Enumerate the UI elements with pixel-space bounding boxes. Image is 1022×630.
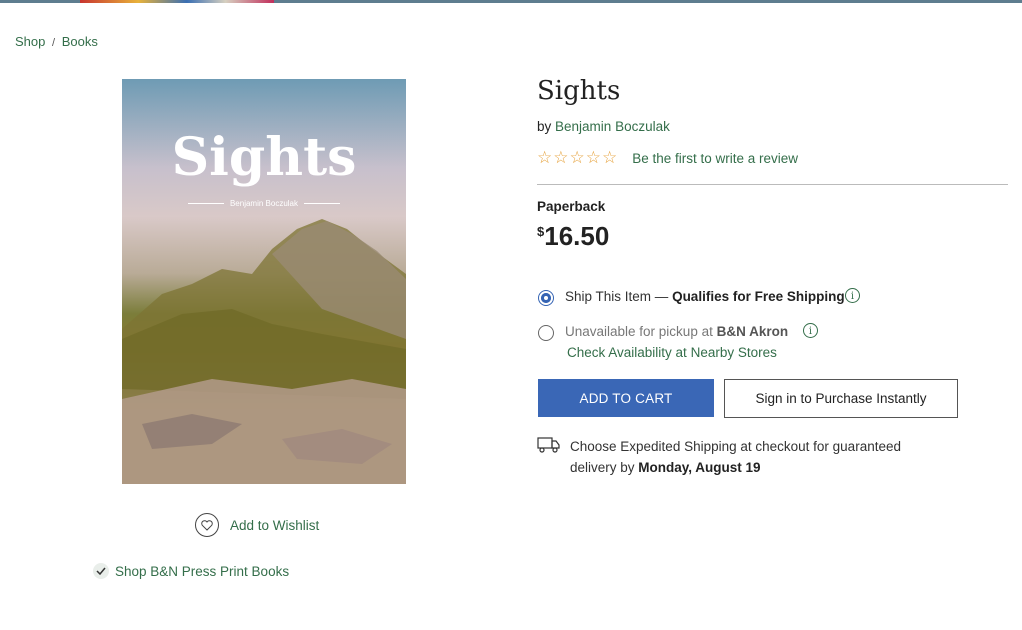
breadcrumb-books[interactable]: Books (62, 34, 98, 49)
star-icon: ☆ (553, 148, 569, 167)
sign-in-purchase-button[interactable]: Sign in to Purchase Instantly (724, 379, 958, 418)
ship-option-label[interactable]: Ship This Item — Qualifies for Free Ship… (565, 289, 845, 304)
star-rating[interactable]: ☆ ☆ ☆ ☆ ☆ (537, 149, 617, 167)
shop-bn-press-link[interactable]: Shop B&N Press Print Books (93, 563, 289, 579)
divider (537, 184, 1008, 185)
check-availability-link[interactable]: Check Availability at Nearby Stores (567, 345, 777, 360)
info-icon[interactable]: i (803, 323, 818, 338)
star-icon: ☆ (602, 148, 618, 167)
write-review-link[interactable]: Be the first to write a review (632, 151, 798, 166)
add-to-wishlist[interactable]: Add to Wishlist (195, 513, 319, 537)
delivery-date: Monday, August 19 (638, 460, 761, 475)
check-icon (93, 563, 109, 579)
add-to-cart-button[interactable]: ADD TO CART (538, 379, 714, 417)
press-link-label: Shop B&N Press Print Books (115, 563, 290, 579)
cover-title: Sights (171, 127, 357, 188)
wishlist-label: Add to Wishlist (230, 517, 320, 533)
product-title: Sights (537, 76, 621, 106)
byline-prefix: by (537, 119, 552, 134)
star-icon: ☆ (585, 148, 601, 167)
price: $16.50 (537, 221, 609, 252)
info-icon[interactable]: i (845, 288, 860, 303)
byline: by Benjamin Boczulak (537, 119, 670, 134)
price-currency: $ (537, 224, 545, 239)
heart-icon (195, 513, 219, 537)
shipping-note: Choose Expedited Shipping at checkout fo… (537, 436, 930, 478)
promo-banner-strip[interactable] (80, 0, 274, 3)
price-amount: 16.50 (544, 221, 610, 251)
pickup-option-label: Unavailable for pickup at B&N Akron (565, 324, 789, 339)
star-icon: ☆ (537, 148, 553, 167)
format-label: Paperback (537, 199, 606, 214)
breadcrumb-separator: / (52, 37, 56, 49)
shipping-note-text: Choose Expedited Shipping at checkout fo… (570, 439, 901, 475)
star-icon: ☆ (569, 148, 585, 167)
ship-radio[interactable] (538, 290, 554, 306)
author-link[interactable]: Benjamin Boczulak (555, 119, 670, 134)
breadcrumb: Shop / Books (15, 34, 98, 49)
cover-author: Benjamin Boczulak (122, 199, 406, 208)
breadcrumb-shop[interactable]: Shop (15, 34, 45, 49)
truck-icon (537, 437, 560, 453)
pickup-radio[interactable] (538, 325, 554, 341)
rating-row: ☆ ☆ ☆ ☆ ☆ Be the first to write a review (537, 149, 798, 167)
book-cover-image[interactable]: Sights Benjamin Boczulak (122, 79, 406, 484)
